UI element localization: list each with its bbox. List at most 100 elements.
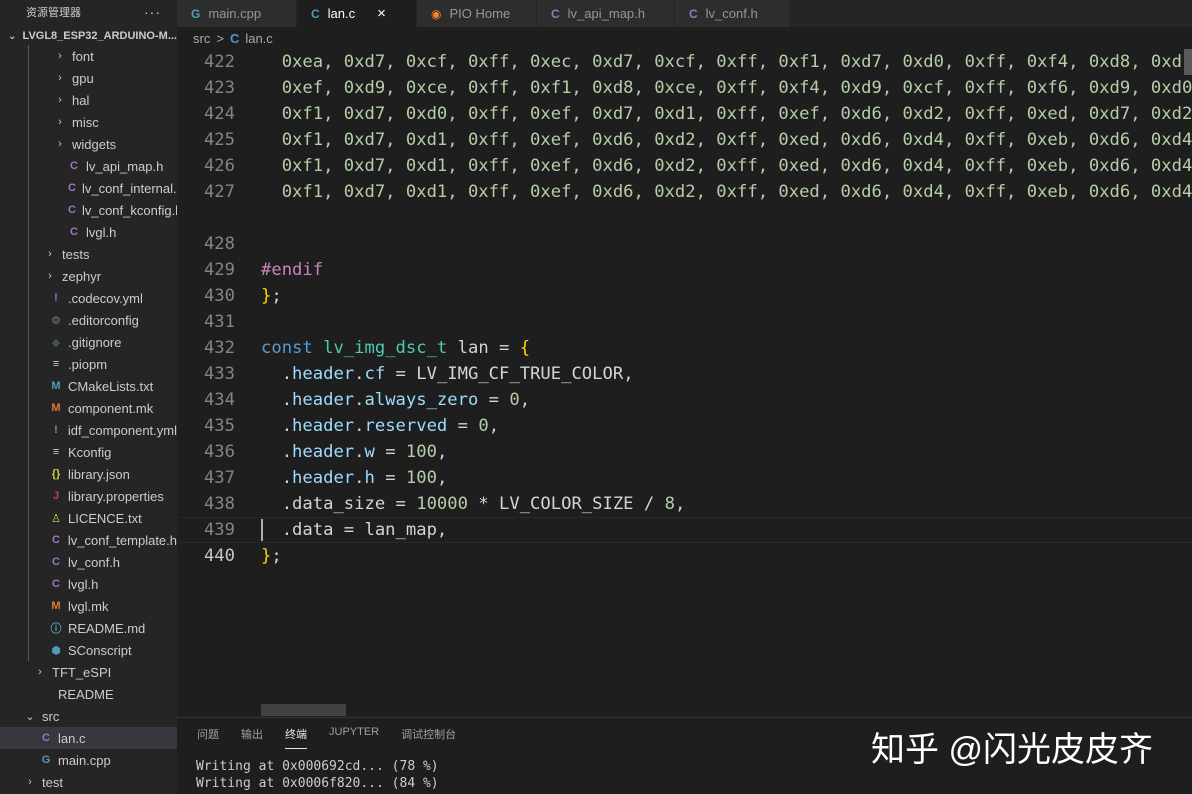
terminal-output[interactable]: Writing at 0x000692cd... (78 %) Writing a… (196, 758, 439, 792)
tree-item[interactable]: Jlibrary.properties (0, 485, 177, 507)
tab-label: PIO Home (449, 6, 511, 21)
hex-data: 0xf1, 0xd7, 0xd1, 0xff, 0xef, 0xd6, 0xd2… (261, 130, 1192, 150)
tree-item[interactable]: Mlvgl.mk (0, 595, 177, 617)
chevron-right-icon: › (38, 666, 42, 678)
code-line: 430 (177, 257, 1192, 306)
horizontal-scrollbar[interactable] (261, 704, 346, 716)
breadcrumb-folder[interactable]: src (193, 31, 210, 46)
tree-item-label: .editorconfig (68, 312, 139, 328)
chevron-right-icon: › (48, 270, 52, 282)
indent-guide (28, 507, 29, 529)
indent-guide (28, 309, 29, 331)
tree-item-label: lv_conf_kconfig.h (81, 202, 177, 218)
indent-guide (28, 573, 29, 595)
panel-tab[interactable]: 输出 (241, 726, 263, 748)
indent-guide (28, 155, 29, 177)
tree-item-label: SConscript (68, 642, 132, 658)
tree-item[interactable]: ≡ Kconfig (0, 441, 177, 463)
tree-item[interactable]: ≡ .piopm (0, 353, 177, 375)
tree-item[interactable]: › font (0, 45, 177, 67)
tree-item[interactable]: Gmain.cpp (0, 749, 177, 771)
c-file-icon: C (42, 732, 50, 744)
bottom-panel: 问题 输出 终端 JUPYTER 调试控制台 Writing at 0x000692cd… (177, 717, 1192, 794)
tree-item-label: lan.c (58, 730, 86, 746)
chevron-right-icon: › (58, 138, 62, 150)
tree-item[interactable]: Clv_conf_template.h (0, 529, 177, 551)
tree-item[interactable]: ⌄ src (0, 705, 177, 727)
close-icon[interactable]: × (377, 5, 386, 22)
terminal-line: Writing at 0x0006f820... (84 %) (196, 776, 439, 791)
text-file-icon: ≡ (52, 446, 60, 458)
tab-pio-home[interactable]: ◉ PIO Home (417, 0, 537, 27)
c-file-icon: C (52, 556, 60, 568)
tree-item-label: .gitignore (68, 334, 122, 350)
chevron-down-icon: ⌄ (25, 710, 35, 723)
tree-item[interactable]: › gpu (0, 67, 177, 89)
vertical-scrollbar[interactable] (1184, 49, 1192, 75)
tab-lv-conf-h[interactable]: Clv_conf.h (675, 0, 791, 27)
tree-item[interactable]: ! idf_component.yml (0, 419, 177, 441)
cmake-file-icon: M (51, 380, 61, 392)
indent-guide (28, 331, 29, 353)
indent-guide (28, 397, 29, 419)
code-editor[interactable]: 422 0xea, 0xd7, 0xcf, 0xff, 0xec, 0xd7, … (177, 49, 1192, 717)
indent-guide (28, 639, 29, 661)
c-file-icon: C (311, 6, 320, 21)
tree-item[interactable]: › zephyr (0, 265, 177, 287)
tree-item[interactable]: › hal (0, 89, 177, 111)
project-name: LVGL8_ESP32_ARDUINO-M... (22, 30, 177, 42)
tree-item-label: lvgl.mk (68, 598, 109, 614)
c-file-icon: C (68, 182, 76, 194)
text-cursor (261, 519, 263, 541)
more-actions-icon[interactable]: ··· (144, 4, 161, 20)
code-line: 427 0xf1, 0xd7, 0xd1, 0xff, 0xef, 0xd6, … (177, 179, 1192, 205)
chevron-right-icon: › (28, 776, 32, 788)
tree-item[interactable]: Clvgl.h (0, 573, 177, 595)
indent-guide (28, 243, 29, 265)
tree-item[interactable]: ⬢ SConscript (0, 639, 177, 661)
tree-item[interactable]: › TFT_eSPI (0, 661, 177, 683)
c-file-icon: C (68, 204, 76, 216)
indent-guide (28, 375, 29, 397)
tree-item[interactable]: Mcomponent.mk (0, 397, 177, 419)
tree-item-label: test (42, 774, 63, 790)
tree-item[interactable]: Clv_conf_kconfig.h (0, 199, 177, 221)
tree-item[interactable]: {} library.json (0, 463, 177, 485)
tree-item-label: font (72, 48, 94, 64)
tree-item-label: tests (62, 246, 90, 262)
tree-item[interactable]: › test (0, 771, 177, 793)
tree-item[interactable]: Clv_conf_internal.h (0, 177, 177, 199)
tree-item[interactable]: ⚙ .editorconfig (0, 309, 177, 331)
line-number: 422 (203, 52, 235, 72)
tree-item[interactable]: M CMakeLists.txt (0, 375, 177, 397)
tab-label: lv_api_map.h (567, 6, 645, 21)
tree-item[interactable]: › tests (0, 243, 177, 265)
tree-item[interactable]: Clv_conf.h (0, 551, 177, 573)
panel-tab[interactable]: 终端 (285, 726, 307, 749)
indent-guide (28, 485, 29, 507)
tree-item-label: lvgl.h (86, 224, 117, 240)
tree-item[interactable]: Clv_api_map.h (0, 155, 177, 177)
tab-lv-api-map-h[interactable]: Clv_api_map.h (537, 0, 675, 27)
tree-item[interactable]: › widgets (0, 133, 177, 155)
tab-lan-c[interactable]: Clan.c × (297, 0, 417, 27)
code-line: 424 0xf1, 0xd7, 0xd0, 0xff, 0xef, 0xd7, … (177, 101, 1192, 127)
breadcrumb-file[interactable]: lan.c (245, 31, 272, 46)
tree-item[interactable]: Clan.c (0, 727, 177, 749)
panel-tab[interactable]: 问题 (197, 726, 219, 748)
tab-main-cpp[interactable]: Gmain.cpp (177, 0, 297, 27)
panel-tab[interactable]: 调试控制台 (401, 726, 456, 748)
line-number: 427 (203, 182, 235, 202)
tree-item[interactable]: ⓘ README.md (0, 617, 177, 639)
tree-item-label: .piopm (68, 356, 108, 372)
tree-item[interactable]: ! .codecov.yml (0, 287, 177, 309)
brace: } (261, 546, 272, 566)
chevron-down-icon: ⌄ (8, 30, 17, 42)
tree-item[interactable]: Clvgl.h (0, 221, 177, 243)
tree-item[interactable]: › misc (0, 111, 177, 133)
line-number: 424 (203, 104, 235, 124)
tree-item[interactable]: ◆ .gitignore (0, 331, 177, 353)
tree-item[interactable]: ♙ LICENCE.txt (0, 507, 177, 529)
panel-tab[interactable]: JUPYTER (329, 726, 379, 748)
tree-item[interactable]: README (0, 683, 177, 705)
